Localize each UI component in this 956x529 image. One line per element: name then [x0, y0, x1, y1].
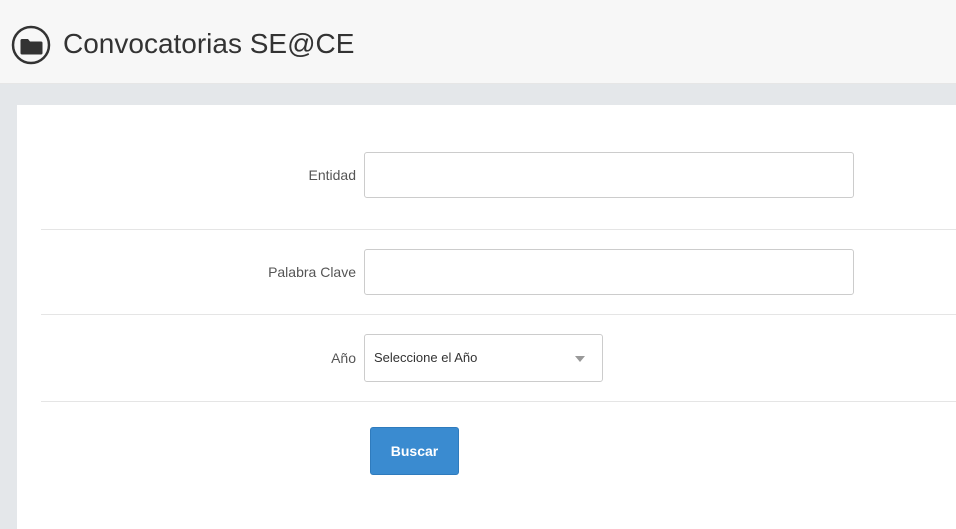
entidad-input[interactable]: [364, 152, 854, 198]
form-row-anio: Año Seleccione el Año: [41, 334, 956, 384]
chevron-down-icon: [575, 356, 585, 362]
page-header: Convocatorias SE@CE: [0, 0, 956, 84]
palabra-clave-input[interactable]: [364, 249, 854, 295]
search-button[interactable]: Buscar: [370, 427, 459, 475]
row-divider: [41, 314, 956, 315]
row-divider: [41, 229, 956, 230]
folder-icon: [11, 25, 51, 65]
row-divider: [41, 401, 956, 402]
search-form-panel: Entidad Palabra Clave Año Seleccione el …: [17, 105, 956, 529]
form-row-entidad: Entidad: [41, 152, 956, 200]
anio-label: Año: [331, 350, 356, 366]
page-title: Convocatorias SE@CE: [63, 28, 355, 59]
anio-select[interactable]: Seleccione el Año: [364, 334, 603, 382]
form-row-palabra-clave: Palabra Clave: [41, 249, 956, 297]
anio-select-value: Seleccione el Año: [374, 350, 478, 365]
palabra-clave-label: Palabra Clave: [268, 264, 356, 280]
entidad-label: Entidad: [308, 167, 356, 183]
